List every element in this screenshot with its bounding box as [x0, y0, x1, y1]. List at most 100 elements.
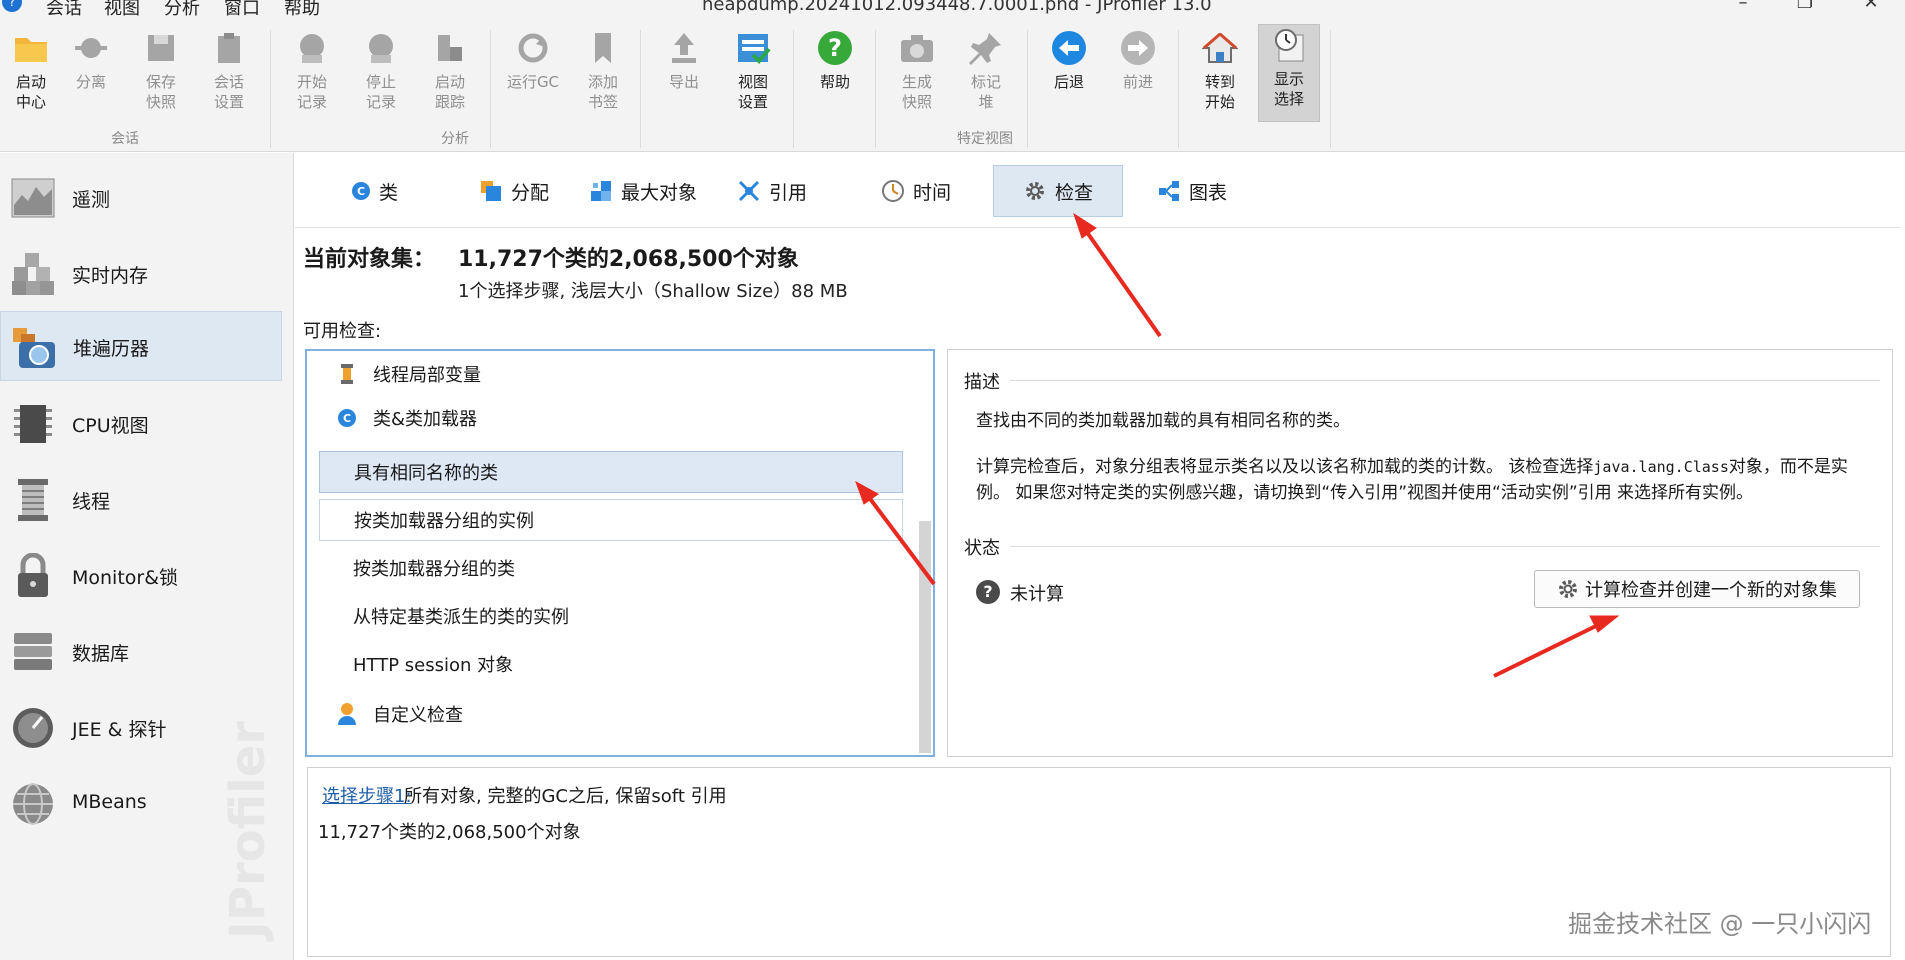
group-label-session: 会话 — [111, 131, 139, 147]
section-divider — [1008, 380, 1880, 381]
window-title: heapdump.20241012.093448.7.0001.phd - JP… — [702, 0, 1212, 15]
help-icon: ? — [815, 28, 855, 68]
ribbon-separator — [793, 30, 794, 148]
gear-icon — [1025, 182, 1044, 200]
sidebar-item-monitors-locks[interactable]: Monitor&锁 — [0, 541, 282, 611]
inspection-item-derived-class-instances[interactable]: 从特定基类派生的类的实例 — [319, 593, 919, 639]
status-title: 状态 — [964, 534, 1010, 560]
close-icon[interactable]: ✕ — [1856, 0, 1886, 16]
svg-text:JProfiler: JProfiler — [220, 721, 276, 942]
selection-step-summary: 11,727个类的2,068,500个对象 — [318, 822, 581, 843]
back-button[interactable]: 后退 — [1038, 28, 1100, 126]
start-center-button[interactable]: 启动 中心 — [0, 28, 62, 126]
telemetry-icon — [10, 175, 56, 221]
inspection-item-http-session-objects[interactable]: HTTP session 对象 — [319, 641, 919, 687]
tab-inspections[interactable]: 检查 — [993, 165, 1123, 217]
folder-icon — [11, 28, 51, 68]
detach-button[interactable]: 分离 — [60, 28, 122, 126]
export-button[interactable]: 导出 — [653, 28, 715, 126]
thread-spool-icon — [10, 477, 56, 523]
start-tracking-button[interactable]: 启动 跟踪 — [419, 28, 481, 126]
inspection-item-classes-by-classloader[interactable]: 按类加载器分组的类 — [319, 545, 919, 591]
sidebar-item-live-memory[interactable]: 实时内存 — [0, 239, 282, 309]
group-label-analysis: 分析 — [441, 131, 469, 147]
ribbon-separator — [1178, 30, 1179, 148]
menu-help[interactable]: 帮助 — [284, 0, 320, 20]
sidebar-item-databases[interactable]: 数据库 — [0, 617, 282, 687]
view-settings-button[interactable]: 视图 设置 — [722, 28, 784, 126]
code-text: java.lang.Class — [1593, 458, 1729, 476]
class-c-icon: C — [335, 406, 359, 430]
inspection-category-thread-locals[interactable]: 线程局部变量 — [307, 351, 907, 397]
question-icon: ? — [976, 580, 1000, 604]
help-button[interactable]: ? 帮助 — [804, 28, 866, 126]
description-panel: 描述 查找由不同的类加载器加载的具有相同名称的类。 计算完检查后，对象分组表将显… — [947, 349, 1893, 757]
status-text: 未计算 — [1010, 584, 1064, 605]
database-icon — [10, 629, 56, 675]
class-c-icon: C — [352, 182, 370, 200]
gauge-icon — [10, 705, 56, 751]
go-to-start-button[interactable]: 转到 开始 — [1189, 28, 1251, 126]
tab-allocations[interactable]: 分配 — [467, 165, 561, 217]
sidebar-item-telemetry[interactable]: 遥测 — [0, 163, 282, 233]
bookmark-icon — [583, 28, 623, 68]
inspection-item-same-name-classes[interactable]: 具有相同名称的类 — [319, 451, 903, 493]
recycle-icon — [513, 28, 553, 68]
menu-session[interactable]: 会话 — [46, 0, 82, 20]
svg-text:?: ? — [828, 34, 842, 62]
description-text: 查找由不同的类加载器加载的具有相同名称的类。 — [976, 411, 1350, 431]
svg-text:C: C — [343, 412, 351, 425]
graph-icon — [1159, 181, 1179, 201]
menu-analysis[interactable]: 分析 — [164, 0, 200, 20]
session-settings-button[interactable]: 会话 设置 — [198, 28, 260, 126]
start-recording-button[interactable]: 开始 记录 — [281, 28, 343, 126]
app-logo-icon: ? — [2, 0, 22, 12]
stopwatch-icon — [1269, 25, 1309, 65]
forward-button[interactable]: 前进 — [1107, 28, 1169, 126]
inspection-category-classes-loaders[interactable]: C 类&类加载器 — [307, 395, 907, 441]
calculate-inspection-button[interactable]: 计算检查并创建一个新的对象集 — [1534, 570, 1860, 608]
available-inspections-label: 可用检查: — [303, 321, 382, 342]
add-bookmark-button[interactable]: 添加 书签 — [572, 28, 634, 126]
biggest-objects-icon — [591, 181, 611, 201]
run-gc-button[interactable]: 运行GC — [500, 28, 566, 126]
list-scrollbar[interactable] — [919, 521, 931, 753]
sidebar-item-cpu-views[interactable]: CPU视图 — [0, 389, 282, 459]
stop-recording-button[interactable]: 停止 记录 — [350, 28, 412, 126]
tab-graph[interactable]: 图表 — [1145, 165, 1239, 217]
maximize-icon[interactable]: ❐ — [1790, 0, 1820, 16]
sidebar-item-threads[interactable]: 线程 — [0, 465, 282, 535]
tab-classes[interactable]: C 类 — [339, 165, 410, 217]
inspection-category-custom[interactable]: 自定义检查 — [307, 691, 907, 737]
tab-biggest-objects[interactable]: 最大对象 — [577, 165, 709, 217]
take-snapshot-button[interactable]: 生成 快照 — [886, 28, 948, 126]
ribbon-separator — [640, 30, 641, 148]
ribbon-separator — [270, 30, 271, 148]
stop-record-icon — [361, 28, 401, 68]
inspection-item-instances-by-classloader[interactable]: 按类加载器分组的实例 — [319, 499, 903, 541]
menu-window[interactable]: 窗口 — [224, 0, 260, 20]
view-sidebar: 遥测 实时内存 堆遍历器 CPU视图 线程 Monitor&锁 数据库 JEE — [0, 153, 294, 960]
ribbon-toolbar: 启动 中心 分离 保存 快照 会话 设置 会话 开始 记录 停止 记录 启动 跟踪 — [0, 20, 1905, 152]
svg-text:C: C — [357, 185, 365, 198]
memory-blocks-icon — [10, 251, 56, 297]
minimize-icon[interactable]: – — [1728, 0, 1758, 16]
selection-step-link[interactable]: 选择步骤1: — [322, 782, 412, 808]
selection-step-text: 所有对象, 完整的GC之后, 保留soft 引用 — [404, 786, 727, 807]
heap-walker-main: C 类 分配 最大对象 引用 时间 检查 图表 当前对象集： 11,727个类的… — [295, 153, 1905, 960]
camera-icon — [897, 28, 937, 68]
show-selection-button[interactable]: 显示 选择 — [1258, 24, 1320, 122]
current-object-set-value: 11,727个类的2,068,500个对象 — [458, 247, 799, 272]
clipboard-icon — [209, 28, 249, 68]
inspection-list: 线程局部变量 C 类&类加载器 具有相同名称的类 按类加载器分组的实例 按类加载… — [305, 349, 935, 757]
current-object-set-summary: 1个选择步骤, 浅层大小（Shallow Size）88 MB — [458, 281, 848, 302]
tab-time[interactable]: 时间 — [869, 165, 963, 217]
tab-references[interactable]: 引用 — [725, 165, 819, 217]
references-icon — [738, 180, 760, 202]
site-watermark: 掘金技术社区 @ 一只小闪闪 — [1568, 910, 1872, 938]
mark-heap-button[interactable]: 标记堆 — [955, 28, 1017, 126]
menu-view[interactable]: 视图 — [104, 0, 140, 20]
sidebar-item-heap-walker[interactable]: 堆遍历器 — [0, 311, 282, 381]
tracking-icon — [430, 28, 470, 68]
save-snapshot-button[interactable]: 保存 快照 — [130, 28, 192, 126]
